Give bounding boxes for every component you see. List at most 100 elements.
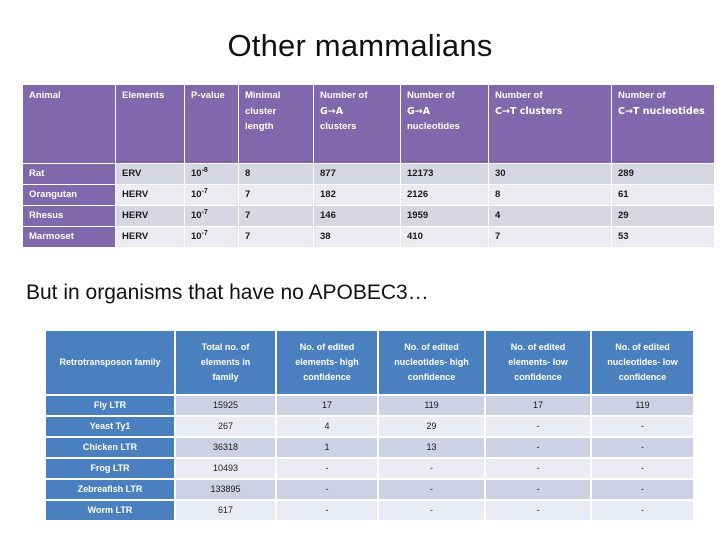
table2-cell-edited-nucleotides-low: 119 [592, 396, 693, 415]
header-line: elements- low [508, 357, 568, 367]
table2-cell-family: Zebreafish LTR [46, 480, 174, 499]
table-row: Rhesus HERV 10-7 7 146 1959 4 29 [23, 206, 714, 226]
header-line: Animal [29, 90, 61, 101]
table2-cell-edited-elements-low: - [486, 438, 590, 457]
table2-cell-edited-nucleotides-high: - [379, 501, 484, 520]
table1-cell-ct-clusters: 7 [489, 227, 611, 247]
table2-cell-total-elements: 15925 [176, 396, 275, 415]
header-line: nucleotides [407, 121, 460, 132]
pvalue-base: 10 [191, 210, 202, 221]
table-row: Zebreafish LTR 133895 - - - - [46, 480, 693, 499]
table1-cell-pvalue: 10-7 [185, 185, 238, 205]
header-line: C→T clusters [495, 105, 563, 117]
table1-col-ct-clusters: Number of C→T clusters [489, 85, 611, 163]
table1-cell-ct-nucleotides: 289 [612, 164, 714, 184]
pvalue-exponent: -8 [201, 166, 208, 174]
header-line: confidence [514, 372, 562, 382]
header-line: nucleotides- low [607, 357, 678, 367]
header-line: P-value [191, 90, 225, 101]
table1-cell-pvalue: 10-8 [185, 164, 238, 184]
table-row: Chicken LTR 36318 1 13 - - [46, 438, 693, 457]
table1-cell-pvalue: 10-7 [185, 206, 238, 226]
table-row: Rat ERV 10-8 8 877 12173 30 289 [23, 164, 714, 184]
header-line: confidence [618, 372, 667, 382]
table2-cell-total-elements: 10493 [176, 459, 275, 478]
table1-cell-pvalue: 10-7 [185, 227, 238, 247]
table1-col-min-cluster-length: Minimal cluster length [239, 85, 313, 163]
header-line: confidence [407, 372, 456, 382]
table1-col-animal: Animal [23, 85, 115, 163]
header-line: Total no. of [201, 342, 250, 352]
header-line: Number of [618, 90, 666, 101]
header-line: No. of edited [510, 342, 566, 352]
header-line: G→A [320, 105, 344, 117]
table2-cell-edited-nucleotides-high: - [379, 459, 484, 478]
table1-cell-min-cluster-length: 7 [239, 185, 313, 205]
header-line: No. of edited [404, 342, 459, 352]
header-line: Number of [407, 90, 455, 101]
body-text: But in organisms that have no APOBEC3… [26, 281, 429, 304]
pvalue-base: 10 [191, 231, 202, 242]
pvalue-base: 10 [191, 168, 202, 179]
header-line: length [245, 121, 274, 132]
table2-cell-family: Frog LTR [46, 459, 174, 478]
header-line: cluster [245, 105, 277, 117]
table1-cell-elements: ERV [116, 164, 184, 184]
table2-cell-family: Chicken LTR [46, 438, 174, 457]
header-line: Number of [495, 90, 543, 101]
table1-col-ga-clusters: Number of G→A clusters [314, 85, 400, 163]
header-line: Retrotransposon family [59, 357, 161, 367]
table-row: Frog LTR 10493 - - - - [46, 459, 693, 478]
header-line: Elements [122, 90, 165, 101]
table2-cell-edited-elements-low: - [486, 480, 590, 499]
table2-cell-edited-elements-high: 1 [277, 438, 377, 457]
table2-cell-edited-nucleotides-low: - [592, 459, 693, 478]
header-line: No. of edited [299, 342, 355, 352]
table1-header-row: Animal Elements P-value Minimal cluster … [23, 85, 714, 163]
table-row: Orangutan HERV 10-7 7 182 2126 8 61 [23, 185, 714, 205]
table2-cell-family: Fly LTR [46, 396, 174, 415]
header-line: family [212, 372, 239, 382]
table1-cell-animal: Rat [23, 164, 115, 184]
header-line: confidence [303, 372, 351, 382]
table1-cell-ga-clusters: 146 [314, 206, 400, 226]
table2-cell-edited-elements-low: 17 [486, 396, 590, 415]
page-title: Other mammalians [227, 28, 493, 63]
table-row: Fly LTR 15925 17 119 17 119 [46, 396, 693, 415]
table2-col-total-elements: Total no. of elements in family [176, 331, 275, 394]
slide-canvas: Other mammalians Animal Elements P-value… [0, 0, 720, 540]
table1-cell-animal: Marmoset [23, 227, 115, 247]
table2-cell-edited-nucleotides-high: 13 [379, 438, 484, 457]
pvalue-exponent: -7 [201, 229, 208, 237]
pvalue-base: 10 [191, 189, 202, 200]
table1-cell-animal: Orangutan [23, 185, 115, 205]
table1-cell-ga-clusters: 38 [314, 227, 400, 247]
table1-col-elements: Elements [116, 85, 184, 163]
table1-cell-ct-nucleotides: 29 [612, 206, 714, 226]
table2-cell-total-elements: 617 [176, 501, 275, 520]
pvalue-exponent: -7 [201, 208, 208, 216]
table1-cell-min-cluster-length: 7 [239, 206, 313, 226]
table2-col-edited-nucleotides-low: No. of edited nucleotides- low confidenc… [592, 331, 693, 394]
table1-cell-ct-nucleotides: 61 [612, 185, 714, 205]
table-row: Worm LTR 617 - - - - [46, 501, 693, 520]
table1-cell-min-cluster-length: 8 [239, 164, 313, 184]
table1-cell-ct-clusters: 4 [489, 206, 611, 226]
table1-col-ga-nucleotides: Number of G→A nucleotides [401, 85, 488, 163]
table2-cell-edited-elements-high: 17 [277, 396, 377, 415]
header-line: clusters [320, 121, 357, 132]
table2-cell-edited-nucleotides-low: - [592, 501, 693, 520]
table1-cell-ga-clusters: 877 [314, 164, 400, 184]
table2-cell-edited-elements-high: - [277, 501, 377, 520]
table2-cell-edited-nucleotides-high: 119 [379, 396, 484, 415]
header-line: Number of [320, 90, 368, 101]
table2-cell-edited-elements-low: - [486, 459, 590, 478]
table2-cell-edited-elements-low: - [486, 501, 590, 520]
table2-cell-edited-nucleotides-low: - [592, 438, 693, 457]
table2-cell-total-elements: 36318 [176, 438, 275, 457]
table2-header-row: Retrotransposon family Total no. of elem… [46, 331, 693, 394]
table2-cell-edited-nucleotides-high: - [379, 480, 484, 499]
header-line: nucleotides- high [394, 357, 469, 367]
mammalian-editing-table: Animal Elements P-value Minimal cluster … [22, 84, 715, 248]
header-line: elements in [200, 357, 251, 367]
